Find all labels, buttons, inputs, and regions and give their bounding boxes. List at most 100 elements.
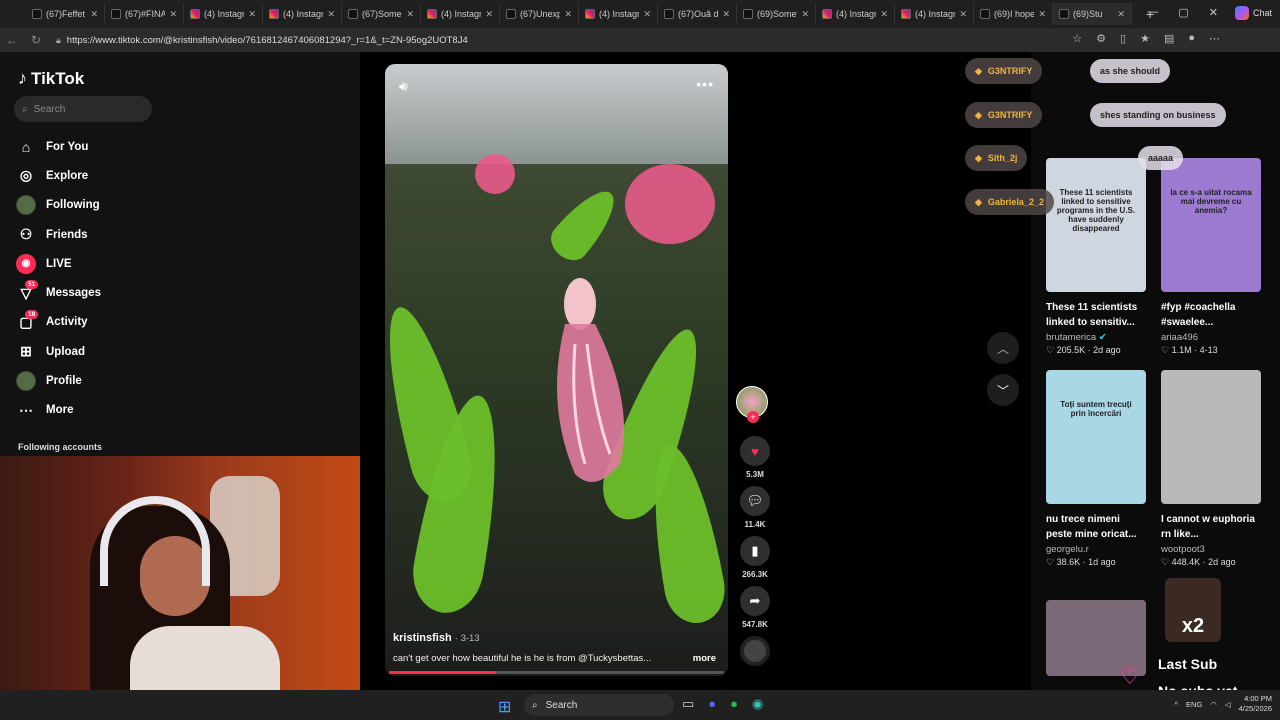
close-tab-icon[interactable]: ✕ (801, 9, 809, 20)
profile-icon[interactable]: ● (1188, 32, 1195, 45)
close-tab-icon[interactable]: ✕ (722, 9, 730, 20)
close-tab-icon[interactable]: ✕ (564, 9, 572, 20)
browser-tab[interactable]: (67)#FINAL ✕ (105, 3, 184, 25)
language-indicator[interactable]: ENG (1186, 700, 1202, 709)
close-tab-icon[interactable]: ✕ (169, 9, 177, 20)
card-author[interactable]: georgelu.r (1046, 544, 1089, 555)
file-explorer-icon[interactable]: ▭ (682, 696, 694, 712)
browser-tab[interactable]: (4) Instagra ✕ (263, 3, 342, 25)
close-tab-icon[interactable]: ✕ (1117, 9, 1125, 20)
browser-tab[interactable]: (4) Instagra ✕ (895, 3, 974, 25)
video-thumbnail[interactable]: Toți suntem trecuți prin încercări (1046, 370, 1146, 504)
share-action[interactable]: ➦ 547.8K (736, 586, 774, 629)
recommended-video-card[interactable]: la ce s-a uitat rocama mai devreme cu an… (1161, 158, 1265, 356)
close-tab-icon[interactable]: ✕ (90, 9, 98, 20)
favorite-star-icon[interactable]: ☆ (1072, 32, 1082, 45)
video-thumbnail[interactable] (1161, 370, 1261, 504)
video-more-icon[interactable]: ••• (696, 76, 714, 92)
extensions-icon[interactable]: ⚙ (1096, 32, 1106, 45)
browser-tab[interactable]: (67)Ouă de✕ (658, 3, 737, 25)
like-action[interactable]: ♥ 5.3M (736, 436, 774, 479)
back-icon[interactable]: ← (0, 33, 24, 47)
tiktok-logo[interactable]: ♪ TikTok (18, 68, 84, 89)
video-thumbnail[interactable]: la ce s-a uitat rocama mai devreme cu an… (1161, 158, 1261, 292)
previous-video-button[interactable]: ︿ (987, 332, 1019, 364)
sidebar-item-activity[interactable]: ▢ 18 Activity (16, 308, 216, 337)
search-input[interactable]: ⌕ Search (14, 96, 152, 122)
wifi-icon[interactable]: ◠ (1210, 700, 1217, 709)
browser-tab[interactable]: (67)Some d ✕ (342, 3, 421, 25)
share-icon[interactable]: ➦ (740, 586, 770, 616)
address-bar[interactable]: 🔒︎ https://www.tiktok.com/@kristinsfish/… (56, 31, 1106, 49)
sidebar-item-explore[interactable]: ◎ Explore (16, 161, 216, 190)
close-tab-icon[interactable]: ✕ (880, 9, 888, 20)
close-tab-icon[interactable]: ✕ (485, 9, 493, 20)
bookmark-icon[interactable]: ▮ (740, 536, 770, 566)
video-player[interactable]: 🔊︎ ••• kristinsfish · 3-13 can't get ove… (385, 64, 728, 676)
browser-tab[interactable]: (69)I hope ✕ (974, 3, 1053, 25)
close-tab-icon[interactable]: ✕ (1038, 9, 1046, 20)
creator-avatar[interactable]: + (736, 386, 768, 423)
video-thumbnail[interactable]: These 11 scientists linked to sensitive … (1046, 158, 1146, 292)
split-screen-icon[interactable]: ▯ (1120, 32, 1126, 45)
close-tab-icon[interactable]: ✕ (248, 9, 256, 20)
minimize-icon[interactable]: — (1147, 6, 1158, 19)
recommended-video-card[interactable]: These 11 scientists linked to sensitive … (1046, 158, 1150, 356)
spotify-icon[interactable]: ● (730, 696, 738, 712)
tray-chevron-icon[interactable]: ^ (1175, 700, 1179, 709)
browser-tab[interactable]: (67)Feffet n ✕ (26, 3, 105, 25)
comment-icon[interactable]: 💬︎ (740, 486, 770, 516)
sound-disc-icon[interactable] (740, 636, 770, 666)
card-author[interactable]: wootpoot3 (1161, 544, 1205, 555)
card-author[interactable]: brutamerica (1046, 332, 1096, 343)
edge-icon[interactable]: ◉ (752, 696, 763, 712)
next-video-button[interactable]: ﹀ (987, 374, 1019, 406)
card-author[interactable]: ariaa496 (1161, 332, 1198, 343)
recommended-video-card[interactable]: I cannot w euphoria rn like... wootpoot3 ♡… (1161, 370, 1265, 568)
close-tab-icon[interactable]: ✕ (327, 9, 335, 20)
sidebar-item-more[interactable]: ⋯ More (16, 396, 216, 425)
card-title[interactable]: #fyp #coachella #swaelee... (1161, 300, 1261, 330)
sidebar-item-profile[interactable]: Profile (16, 366, 216, 395)
browser-tab[interactable]: (67)Unexpe ✕ (500, 3, 579, 25)
discord-icon[interactable]: ● (708, 696, 716, 712)
comment-action[interactable]: 💬︎ 11.4K (736, 486, 774, 529)
volume-tray-icon[interactable]: ◁ (1225, 700, 1231, 709)
recommended-video-card[interactable]: Toți suntem trecuți prin încercări nu tre… (1046, 370, 1150, 568)
settings-more-icon[interactable]: ⋯ (1209, 32, 1220, 45)
card-title[interactable]: These 11 scientists linked to sensitiv..… (1046, 300, 1146, 330)
follow-plus-icon[interactable]: + (747, 411, 759, 423)
taskbar-search[interactable]: ⌕ Search (524, 694, 674, 716)
windows-start-icon[interactable]: ⊞ (498, 697, 511, 717)
close-tab-icon[interactable]: ✕ (959, 9, 967, 20)
collections-icon[interactable]: ▤ (1164, 32, 1174, 45)
favorites-icon[interactable]: ★ (1140, 32, 1150, 45)
browser-tab[interactable]: (4) Instagra ✕ (421, 3, 500, 25)
close-window-icon[interactable]: ✕ (1209, 6, 1218, 19)
sidebar-item-following[interactable]: Following (16, 191, 216, 220)
video-author[interactable]: kristinsfish (393, 632, 452, 644)
browser-tab[interactable]: (4) Instagra ✕ (184, 3, 263, 25)
browser-tab[interactable]: (69)Stu ✕ (1053, 3, 1132, 25)
caption-more-link[interactable]: more (693, 653, 716, 664)
copilot-chat-button[interactable]: Chat (1234, 6, 1272, 20)
close-tab-icon[interactable]: ✕ (643, 9, 651, 20)
browser-tab[interactable]: (69)Someth ✕ (737, 3, 816, 25)
save-action[interactable]: ▮ 266.3K (736, 536, 774, 579)
maximize-icon[interactable]: ▢ (1178, 6, 1188, 19)
sidebar-item-friends[interactable]: ⚇ Friends (16, 220, 216, 249)
card-title[interactable]: nu trece nimeni peste mine oricat... (1046, 512, 1146, 542)
volume-icon[interactable]: 🔊︎ (399, 78, 408, 95)
sidebar-item-upload[interactable]: ⊞ Upload (16, 337, 216, 366)
browser-tab[interactable]: (4) Instagra ✕ (816, 3, 895, 25)
sidebar-item-for-you[interactable]: ⌂ For You (16, 132, 216, 161)
video-progress-bar[interactable] (389, 671, 724, 674)
sound-action[interactable] (736, 636, 774, 666)
browser-tab[interactable]: (4) Instagra ✕ (579, 3, 658, 25)
refresh-icon[interactable]: ↻ (24, 33, 48, 47)
sidebar-item-messages[interactable]: ▽ 51 Messages (16, 278, 216, 307)
close-tab-icon[interactable]: ✕ (406, 9, 414, 20)
card-title[interactable]: I cannot w euphoria rn like... (1161, 512, 1261, 542)
clock[interactable]: 4:00 PM 4/25/2026 (1239, 694, 1272, 714)
sidebar-item-live[interactable]: ◉ LIVE (16, 249, 216, 278)
